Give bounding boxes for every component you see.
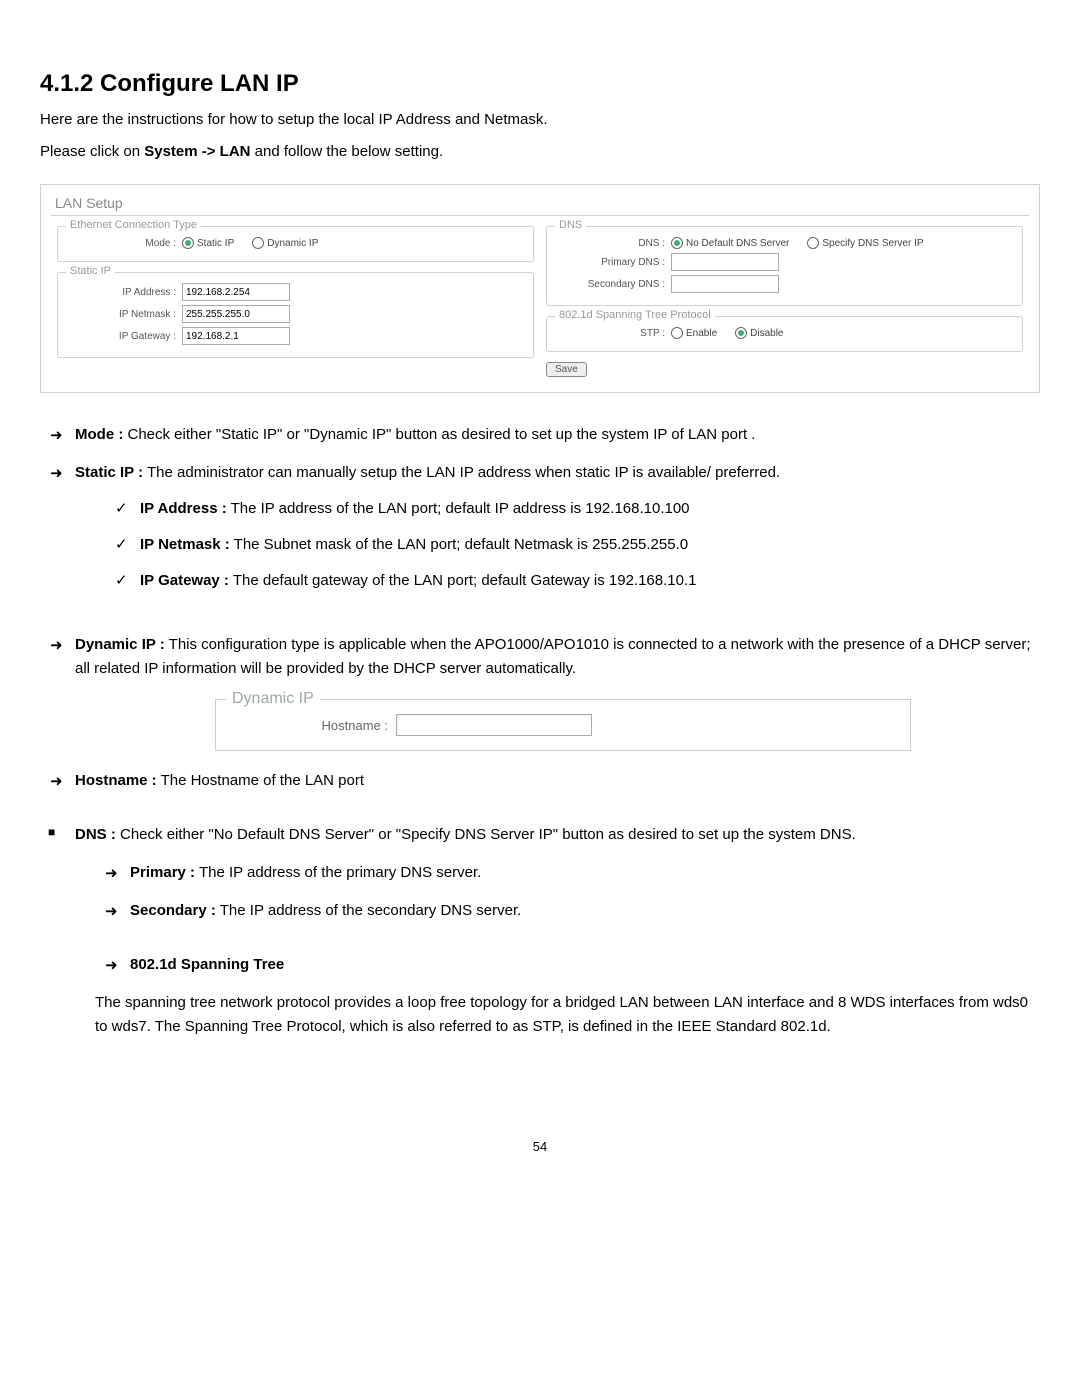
bullet-ipgw-title: IP Gateway :	[140, 572, 229, 589]
radio-dot-icon	[182, 237, 194, 249]
bullet-primary-dns: Primary : The IP address of the primary …	[95, 861, 1040, 885]
secondary-dns-input[interactable]	[671, 275, 779, 293]
bullet-static-title: Static IP :	[75, 464, 143, 481]
bullet-stp-heading: 802.1d Spanning Tree	[95, 953, 1040, 977]
primary-dns-label: Primary DNS :	[555, 257, 671, 268]
static-ip-legend: Static IP	[66, 265, 115, 277]
radio-no-default-dns[interactable]: No Default DNS Server	[671, 237, 789, 249]
radio-no-default-dns-label: No Default DNS Server	[686, 238, 789, 249]
ip-netmask-label: IP Netmask :	[66, 309, 182, 320]
bullet-dyn-title: Dynamic IP :	[75, 636, 165, 653]
ip-gateway-label: IP Gateway :	[66, 331, 182, 342]
dns-legend: DNS	[555, 219, 586, 231]
intro2-post: and follow the below setting.	[251, 143, 444, 160]
radio-stp-disable-label: Disable	[750, 328, 783, 339]
radio-static-ip[interactable]: Static IP	[182, 237, 234, 249]
ip-address-label: IP Address :	[66, 287, 182, 298]
radio-dot-icon	[671, 327, 683, 339]
radio-dot-icon	[735, 327, 747, 339]
mode-label: Mode :	[66, 238, 182, 249]
dynamic-ip-inset: Dynamic IP Hostname :	[215, 699, 911, 751]
bullet-host-title: Hostname :	[75, 772, 157, 789]
bullet-ipnetm-title: IP Netmask :	[140, 536, 230, 553]
bullet-hostname: Hostname : The Hostname of the LAN port	[40, 769, 1040, 793]
radio-specify-dns[interactable]: Specify DNS Server IP	[807, 237, 923, 249]
ip-gateway-input[interactable]	[182, 327, 290, 345]
bullet-mode-desc: Check either "Static IP" or "Dynamic IP"…	[123, 426, 755, 443]
dns-group: DNS DNS : No Default DNS Server Specify …	[546, 226, 1023, 306]
radio-stp-disable[interactable]: Disable	[735, 327, 783, 339]
dns-label: DNS :	[555, 238, 671, 249]
ip-netmask-input[interactable]	[182, 305, 290, 323]
bullet-ipaddr-desc: The IP address of the LAN port; default …	[227, 500, 690, 517]
intro-line-2: Please click on System -> LAN and follow…	[40, 140, 1040, 164]
bullet-ip-address: IP Address : The IP address of the LAN p…	[105, 497, 1040, 521]
stp-group: 802.1d Spanning Tree Protocol STP : Enab…	[546, 316, 1023, 352]
bullet-prim-title: Primary :	[130, 864, 195, 881]
radio-stp-enable[interactable]: Enable	[671, 327, 717, 339]
bullet-dns: DNS : Check either "No Default DNS Serve…	[40, 823, 1040, 1039]
intro2-bold: System -> LAN	[144, 143, 250, 160]
lan-setup-title: LAN Setup	[51, 195, 1029, 216]
secondary-dns-label: Secondary DNS :	[555, 279, 671, 290]
radio-dot-icon	[807, 237, 819, 249]
bullet-prim-desc: The IP address of the primary DNS server…	[195, 864, 481, 881]
bullet-mode: Mode : Check either "Static IP" or "Dyna…	[40, 423, 1040, 447]
radio-stp-enable-label: Enable	[686, 328, 717, 339]
bullet-ipnetm-desc: The Subnet mask of the LAN port; default…	[230, 536, 688, 553]
bullet-dns-desc: Check either "No Default DNS Server" or …	[116, 826, 856, 843]
radio-dynamic-ip[interactable]: Dynamic IP	[252, 237, 318, 249]
eth-legend: Ethernet Connection Type	[66, 219, 201, 231]
bullet-mode-title: Mode :	[75, 426, 123, 443]
intro2-pre: Please click on	[40, 143, 144, 160]
bullet-dns-title: DNS :	[75, 826, 116, 843]
hostname-label: Hostname :	[228, 718, 396, 733]
stp-legend: 802.1d Spanning Tree Protocol	[555, 309, 715, 321]
radio-static-label: Static IP	[197, 238, 234, 249]
bullet-ipgw-desc: The default gateway of the LAN port; def…	[229, 572, 697, 589]
bullet-stp-title: 802.1d Spanning Tree	[130, 956, 284, 973]
dynamic-ip-legend: Dynamic IP	[226, 690, 320, 708]
section-heading: 4.1.2 Configure LAN IP	[40, 70, 1040, 98]
bullet-static-desc: The administrator can manually setup the…	[143, 464, 780, 481]
radio-dot-icon	[252, 237, 264, 249]
page-number: 54	[40, 1139, 1040, 1154]
bullet-dyn-desc: This configuration type is applicable wh…	[75, 636, 1031, 677]
bullet-host-desc: The Hostname of the LAN port	[157, 772, 364, 789]
stp-label: STP :	[555, 328, 671, 339]
bullet-sec-title: Secondary :	[130, 902, 216, 919]
lan-setup-panel: LAN Setup Ethernet Connection Type Mode …	[40, 184, 1040, 393]
bullet-ipaddr-title: IP Address :	[140, 500, 227, 517]
radio-dot-icon	[671, 237, 683, 249]
radio-dynamic-label: Dynamic IP	[267, 238, 318, 249]
bullet-dynamic-ip: Dynamic IP : This configuration type is …	[40, 633, 1040, 681]
static-ip-group: Static IP IP Address : IP Netmask : IP G…	[57, 272, 534, 358]
save-button[interactable]: Save	[546, 362, 587, 377]
radio-specify-dns-label: Specify DNS Server IP	[822, 238, 923, 249]
bullet-sec-desc: The IP address of the secondary DNS serv…	[216, 902, 521, 919]
bullet-ip-netmask: IP Netmask : The Subnet mask of the LAN …	[105, 533, 1040, 557]
ip-address-input[interactable]	[182, 283, 290, 301]
primary-dns-input[interactable]	[671, 253, 779, 271]
ethernet-connection-type-group: Ethernet Connection Type Mode : Static I…	[57, 226, 534, 262]
hostname-input[interactable]	[396, 714, 592, 736]
bullet-ip-gateway: IP Gateway : The default gateway of the …	[105, 569, 1040, 593]
bullet-static-ip: Static IP : The administrator can manual…	[40, 461, 1040, 593]
stp-paragraph: The spanning tree network protocol provi…	[95, 991, 1040, 1039]
bullet-secondary-dns: Secondary : The IP address of the second…	[95, 899, 1040, 923]
intro-line-1: Here are the instructions for how to set…	[40, 108, 1040, 132]
